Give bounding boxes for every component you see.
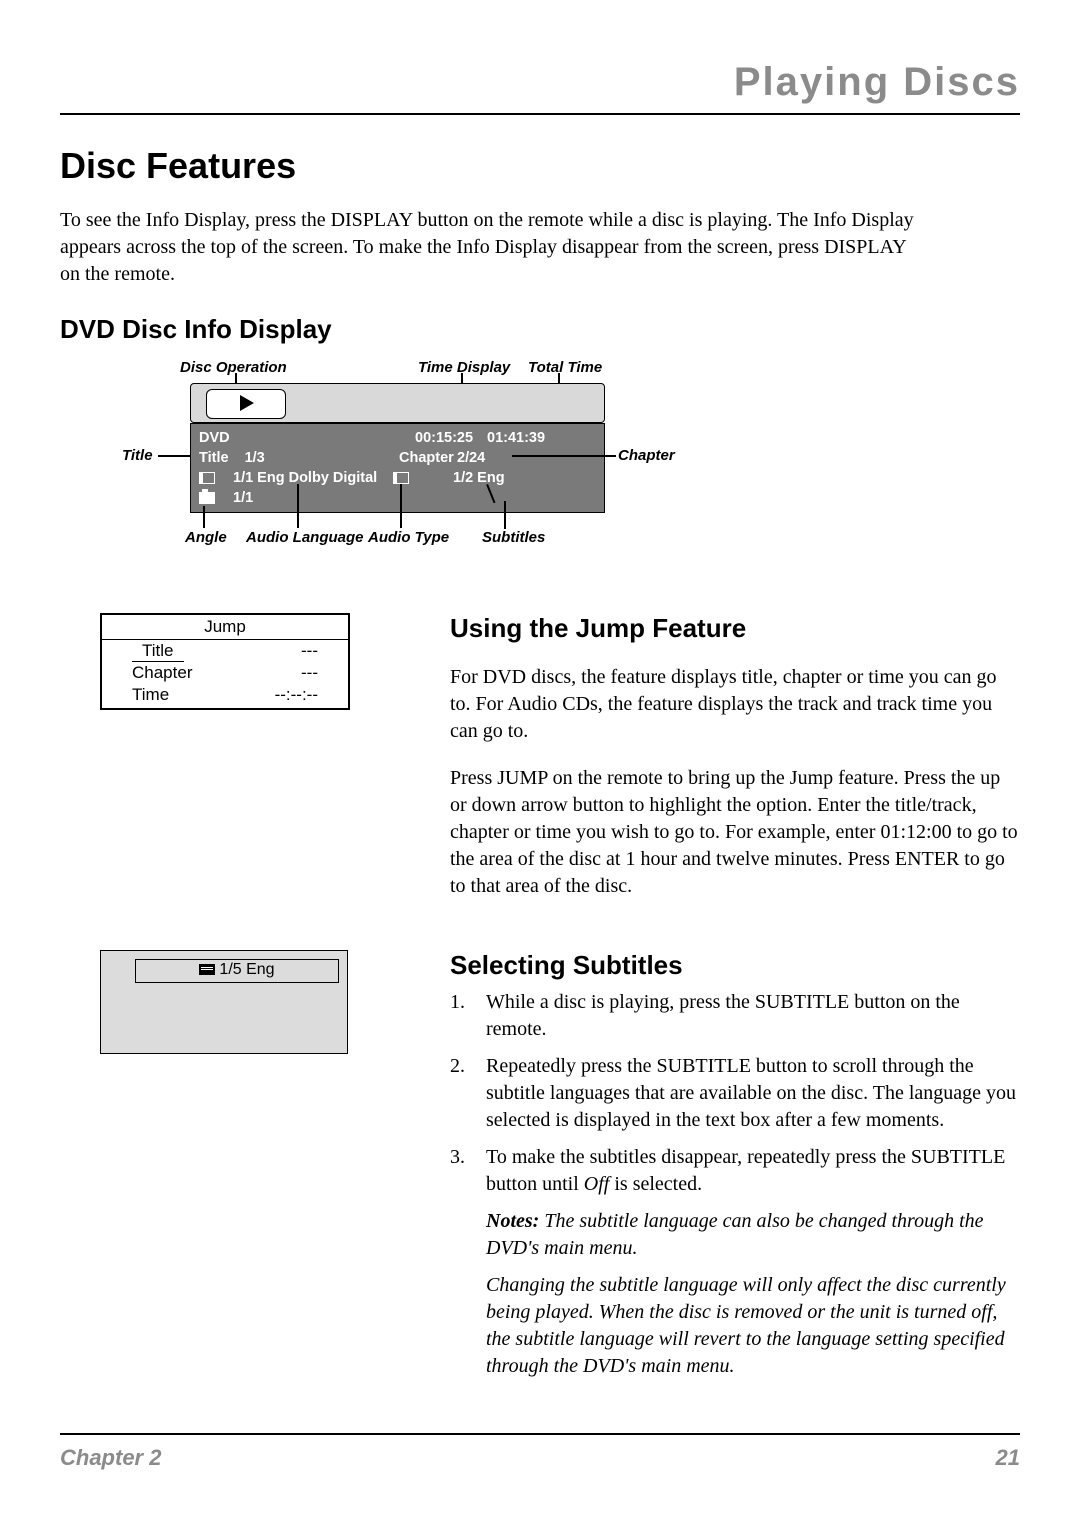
panel-title-label: Title [199, 450, 229, 466]
subtitle-step-2: Repeatedly press the SUBTITLE button to … [450, 1053, 1020, 1134]
panel-chapter-value: 2/24 [457, 450, 485, 466]
jump-row-title-label: Title [132, 640, 184, 662]
jump-p2: Press JUMP on the remote to bring up the… [450, 765, 1020, 900]
jump-row-time-label: Time [132, 684, 169, 705]
label-subtitles: Subtitles [482, 529, 545, 546]
section-header: Playing Discs [60, 60, 1020, 105]
panel-total: 01:41:39 [487, 430, 545, 446]
panel-angle: 1/1 [233, 490, 253, 506]
panel-audio: 1/1 Eng Dolby Digital [233, 470, 377, 486]
jump-feature-row: Jump Title --- Chapter --- Time --:--:--… [60, 613, 1020, 920]
notes-body-1: The subtitle language can also be change… [486, 1210, 984, 1259]
jump-header: Jump [102, 615, 348, 640]
subtitles-heading: Selecting Subtitles [450, 950, 1020, 981]
info-display-diagram: Disc Operation Time Display Total Time D… [90, 359, 710, 569]
manual-page: Playing Discs Disc Features To see the I… [0, 0, 1080, 1527]
jump-row-time-value: --:--:-- [275, 684, 318, 705]
panel-title-value: 1/3 [245, 450, 265, 466]
dvd-info-heading: DVD Disc Info Display [60, 314, 1020, 345]
subtitle-step-3: To make the subtitles disappear, repeate… [450, 1144, 1020, 1380]
panel-chapter-label: Chapter [399, 450, 454, 466]
notes-label: Notes: [486, 1210, 539, 1232]
subtitle-feature-row: 1/5 Eng Selecting Subtitles While a disc… [60, 950, 1020, 1390]
subtitle-step-3-off: Off [584, 1173, 610, 1195]
info-panel: DVD 00:15:25 01:41:39 Title 1/3 Chapter … [190, 423, 605, 513]
subtitle-osd-inner: 1/5 Eng [135, 959, 339, 983]
panel-dvd: DVD [199, 430, 230, 446]
jump-osd-box: Jump Title --- Chapter --- Time --:--:-- [100, 613, 350, 710]
header-rule [60, 113, 1020, 115]
label-title: Title [122, 447, 153, 464]
subtitles-steps: While a disc is playing, press the SUBTI… [450, 989, 1020, 1380]
subtitle-osd-text: 1/5 Eng [219, 961, 274, 978]
panel-time: 00:15:25 [415, 430, 473, 446]
footer-page-number: 21 [996, 1445, 1020, 1471]
jump-p1: For DVD discs, the feature displays titl… [450, 664, 1020, 745]
jump-row-chapter-label: Chapter [132, 662, 192, 683]
subtitle-note-2: Changing the subtitle language will only… [486, 1272, 1020, 1380]
label-chapter: Chapter [618, 447, 675, 464]
subtitle-step-3-post: is selected. [609, 1173, 702, 1195]
jump-row-chapter-value: --- [301, 662, 318, 683]
subtitle-note-1: Notes: The subtitle language can also be… [486, 1208, 1020, 1262]
jump-heading: Using the Jump Feature [450, 613, 1020, 644]
label-audio-type: Audio Type [368, 529, 449, 546]
speaker-icon [199, 472, 215, 484]
cc-icon [199, 964, 215, 975]
label-time-display: Time Display [418, 359, 510, 376]
label-total-time: Total Time [528, 359, 602, 376]
subtitle-osd-box: 1/5 Eng [100, 950, 348, 1054]
label-audio-language: Audio Language [246, 529, 364, 546]
subtitle-step-1: While a disc is playing, press the SUBTI… [450, 989, 1020, 1043]
subtitle-icon [393, 472, 409, 484]
panel-subs: 1/2 Eng [453, 470, 505, 486]
label-angle: Angle [185, 529, 227, 546]
page-title: Disc Features [60, 145, 1020, 187]
intro-paragraph: To see the Info Display, press the DISPL… [60, 207, 920, 288]
label-disc-operation: Disc Operation [180, 359, 287, 376]
camera-icon [199, 492, 215, 504]
page-footer: Chapter 2 21 [60, 1433, 1020, 1471]
play-icon [240, 395, 254, 411]
footer-chapter: Chapter 2 [60, 1445, 161, 1471]
subtitle-step-3-pre: To make the subtitles disappear, repeate… [486, 1146, 1005, 1195]
jump-row-title-value: --- [301, 640, 318, 662]
